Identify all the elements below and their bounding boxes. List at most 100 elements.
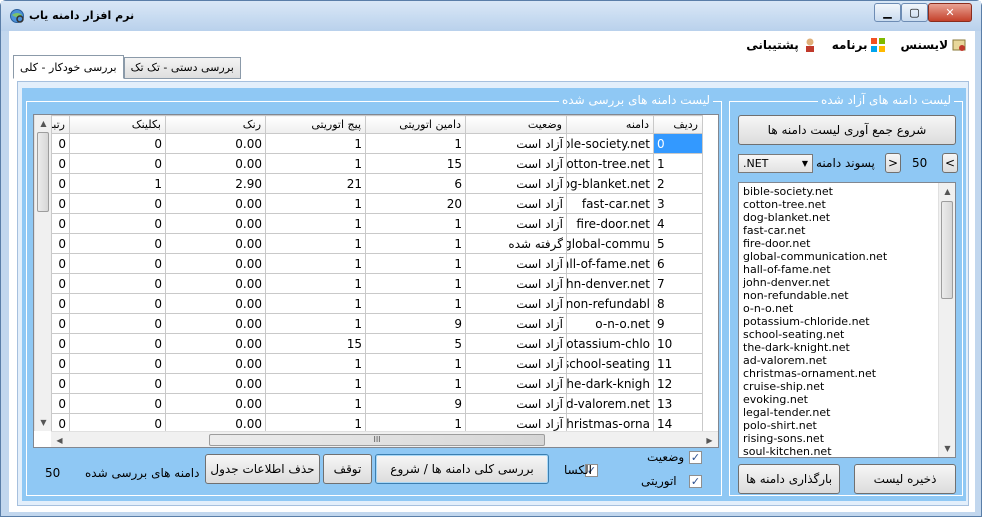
table-row[interactable]: 000.0011آزاد استnon-refundabl...8 — [51, 293, 703, 314]
list-item[interactable]: school-seating.net — [739, 328, 939, 341]
list-item[interactable]: cotton-tree.net — [739, 198, 939, 211]
cell-pa[interactable]: 1 — [265, 233, 366, 254]
list-item[interactable]: non-refundable.net — [739, 289, 939, 302]
cell-rt[interactable]: 0 — [51, 253, 70, 274]
cell-backlink[interactable]: 0 — [69, 233, 166, 254]
cell-pa[interactable]: 1 — [265, 373, 366, 394]
cell-rt[interactable]: 0 — [51, 213, 70, 234]
cell-row[interactable]: 3 — [653, 193, 703, 214]
table-row[interactable]: 0 0 0.00 1 15 آزاد است cotton-tree.net 1 — [51, 153, 703, 174]
cell-pa[interactable]: 1 — [265, 313, 366, 334]
cell-pa[interactable]: 15 — [265, 333, 366, 354]
cell-backlink[interactable]: 0 — [69, 153, 166, 174]
cell-row[interactable]: 11 — [653, 353, 703, 374]
cell-rank[interactable]: 0.00 — [165, 333, 266, 354]
cell-status[interactable]: آزاد است — [465, 393, 567, 414]
cell-pa[interactable]: 1 — [265, 193, 366, 214]
cell-rank[interactable]: 0.00 — [165, 193, 266, 214]
collect-domains-button[interactable]: شروع جمع آوری لیست دامنه ها — [738, 115, 956, 145]
cell-rt[interactable]: 0 — [51, 333, 70, 354]
cell-row[interactable]: 8 — [653, 293, 703, 314]
cell-pa[interactable]: 1 — [265, 273, 366, 294]
free-domains-list[interactable]: bible-society.net cotton-tree.net dog-blan… — [738, 182, 956, 458]
cell-backlink[interactable]: 0 — [69, 353, 166, 374]
list-item[interactable]: rising-sons.net — [739, 432, 939, 445]
list-item[interactable]: fire-door.net — [739, 237, 939, 250]
cell-status[interactable]: آزاد است — [465, 313, 567, 334]
table-hscroll-thumb[interactable]: III — [209, 434, 545, 446]
cell-pa[interactable]: 21 — [265, 173, 366, 194]
col-domain[interactable]: دامنه — [566, 115, 654, 134]
cell-da[interactable]: 1 — [365, 133, 466, 154]
cell-da[interactable]: 1 — [365, 213, 466, 234]
suffix-dropdown[interactable]: .NET ▼ — [738, 154, 813, 173]
start-check-button[interactable]: بررسی کلی دامنه ها / شروع — [375, 454, 549, 484]
cell-rt[interactable]: 0 — [51, 153, 70, 174]
cell-da[interactable]: 1 — [365, 293, 466, 314]
cell-rt[interactable]: 0 — [51, 373, 70, 394]
cell-backlink[interactable]: 0 — [69, 373, 166, 394]
cell-da[interactable]: 1 — [365, 273, 466, 294]
cell-status[interactable]: آزاد است — [465, 173, 567, 194]
stop-button[interactable]: توقف — [323, 454, 372, 484]
cell-status[interactable]: آزاد است — [465, 193, 567, 214]
cell-backlink[interactable]: 0 — [69, 213, 166, 234]
list-item[interactable]: evoking.net — [739, 393, 939, 406]
table-row[interactable]: 000.0011آزاد استbible-society.net0 — [51, 133, 703, 154]
cell-rt[interactable]: 0 — [51, 313, 70, 334]
cell-pa[interactable]: 1 — [265, 213, 366, 234]
cell-status[interactable]: آزاد است — [465, 213, 567, 234]
cell-da[interactable]: 1 — [365, 353, 466, 374]
list-vertical-scrollbar[interactable]: ▲ ▼ — [938, 183, 955, 457]
cell-status[interactable]: آزاد است — [465, 253, 567, 274]
table-row[interactable]: 0 0 0.00 1 9 آزاد است ad-valorem.net 13 — [51, 393, 703, 414]
cell-pa[interactable]: 1 — [265, 353, 366, 374]
list-item[interactable]: the-dark-knight.net — [739, 341, 939, 354]
table-row[interactable]: 000.0011گرفته شدهglobal-commu...5 — [51, 233, 703, 254]
cell-domain[interactable]: global-commu... — [566, 233, 654, 254]
table-vertical-scrollbar[interactable]: ▲ ▼ — [34, 115, 51, 431]
cell-da[interactable]: 6 — [365, 173, 466, 194]
table-row[interactable]: 000.0011آزاد استhall-of-fame.net6 — [51, 253, 703, 274]
menu-program[interactable]: برنامه — [832, 37, 887, 53]
cell-domain[interactable]: school-seating... — [566, 353, 654, 374]
list-vscroll-thumb[interactable] — [941, 201, 953, 299]
cell-backlink[interactable]: 0 — [69, 293, 166, 314]
cell-status[interactable]: آزاد است — [465, 333, 567, 354]
list-item[interactable]: christmas-ornament.net — [739, 367, 939, 380]
authority-checkbox[interactable]: ✓ — [689, 475, 702, 488]
cell-rank[interactable]: 0.00 — [165, 393, 266, 414]
cell-backlink[interactable]: 0 — [69, 133, 166, 154]
scroll-left-icon[interactable]: ◀ — [51, 432, 68, 447]
cell-da[interactable]: 9 — [365, 313, 466, 334]
cell-domain[interactable]: john-denver.net — [566, 273, 654, 294]
list-scroll-down-icon[interactable]: ▼ — [939, 440, 955, 457]
table-row[interactable]: 012.90216آزاد استdog-blanket.net2 — [51, 173, 703, 194]
list-scroll-up-icon[interactable]: ▲ — [939, 183, 955, 200]
cell-row[interactable]: 5 — [653, 233, 703, 254]
cell-row[interactable]: 4 — [653, 213, 703, 234]
page-prev-button[interactable]: < — [885, 153, 901, 173]
cell-domain[interactable]: fast-car.net — [566, 193, 654, 214]
menu-license[interactable]: لایسنس — [900, 37, 967, 53]
cell-domain[interactable]: the-dark-knigh... — [566, 373, 654, 394]
cell-rt[interactable]: 0 — [51, 353, 70, 374]
cell-rank[interactable]: 0.00 — [165, 273, 266, 294]
cell-rank[interactable]: 0.00 — [165, 253, 266, 274]
list-item[interactable]: potassium-chloride.net — [739, 315, 939, 328]
scroll-right-icon[interactable]: ▶ — [701, 432, 718, 447]
cell-row[interactable]: 2 — [653, 173, 703, 194]
checked-domains-table[interactable]: رتبه بکلینک رنک پیج اتوریتی دامین اتوریت… — [33, 114, 719, 448]
cell-rank[interactable]: 0.00 — [165, 133, 266, 154]
cell-backlink[interactable]: 0 — [69, 393, 166, 414]
cell-backlink[interactable]: 0 — [69, 193, 166, 214]
table-row[interactable]: 0 0 0.00 1 20 آزاد است fast-car.net 3 — [51, 193, 703, 214]
cell-backlink[interactable]: 0 — [69, 333, 166, 354]
cell-domain[interactable]: potassium-chlo... — [566, 333, 654, 354]
list-item[interactable]: polo-shirt.net — [739, 419, 939, 432]
cell-rank[interactable]: 0.00 — [165, 213, 266, 234]
cell-backlink[interactable]: 0 — [69, 253, 166, 274]
col-pa[interactable]: پیج اتوریتی — [265, 115, 366, 134]
cell-rank[interactable]: 2.90 — [165, 173, 266, 194]
load-domains-button[interactable]: بارگذاری دامنه ها — [738, 464, 840, 494]
